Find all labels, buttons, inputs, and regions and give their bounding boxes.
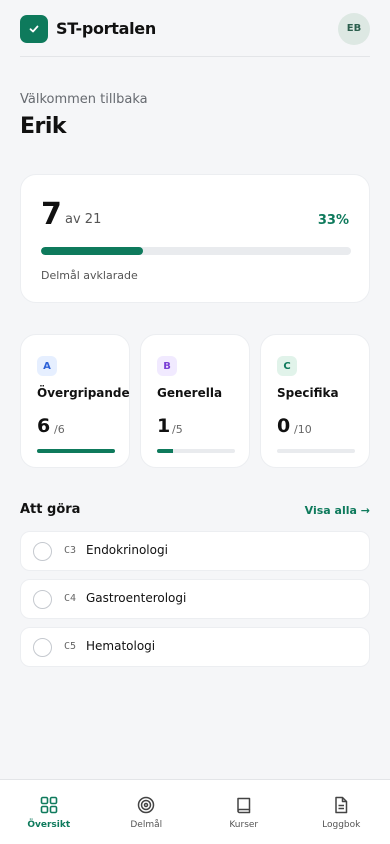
- todo-name: Gastroenterologi: [86, 591, 187, 605]
- checkbox-circle-icon[interactable]: [33, 638, 52, 657]
- category-total: /6: [54, 423, 65, 436]
- progress-caption: Delmål avklarade: [41, 269, 138, 282]
- bottom-navigation: Översikt Delmål Kurser Loggbok: [0, 779, 390, 844]
- category-progress-bar: [37, 449, 115, 453]
- todo-item[interactable]: C3 Endokrinologi: [20, 531, 370, 571]
- completed-count: 7: [41, 197, 62, 232]
- progress-card: 7 av 21 33% Delmål avklarade: [20, 174, 370, 303]
- progress-bar-fill: [41, 247, 144, 255]
- book-icon: [237, 797, 250, 814]
- app-name: ST-portalen: [56, 19, 156, 38]
- todo-item[interactable]: C5 Hematologi: [20, 627, 370, 667]
- category-progress-fill: [37, 449, 115, 453]
- category-title: Generella: [157, 386, 223, 400]
- category-progress-fill: [157, 449, 173, 453]
- todo-code: C3: [64, 545, 77, 556]
- todo-section-title: Att göra: [20, 502, 81, 517]
- total-count: av 21: [65, 212, 102, 227]
- grid-icon: [40, 796, 58, 814]
- category-done: 1: [157, 415, 171, 437]
- checkbox-circle-icon[interactable]: [33, 590, 52, 609]
- checkmark-logo-icon: [20, 14, 48, 43]
- category-badge: A: [37, 356, 57, 376]
- progress-bar: [41, 247, 351, 255]
- category-title: Övergripande: [37, 386, 130, 400]
- app-header: ST-portalen EB: [0, 0, 390, 57]
- category-progress-bar: [157, 449, 235, 453]
- todo-name: Hematologi: [86, 639, 156, 653]
- todo-code: C5: [64, 641, 77, 652]
- category-card-a[interactable]: A Övergripande 6 /6: [20, 334, 130, 468]
- document-icon: [335, 796, 348, 814]
- nav-item-oversikt[interactable]: Översikt: [0, 780, 98, 844]
- category-progress-bar: [277, 449, 355, 453]
- category-badge: B: [157, 356, 177, 376]
- nav-label: Översikt: [27, 820, 71, 830]
- checkbox-circle-icon[interactable]: [33, 542, 52, 561]
- progress-percent: 33%: [317, 213, 349, 228]
- category-done: 6: [37, 415, 51, 437]
- nav-item-kurser[interactable]: Kurser: [195, 780, 293, 844]
- category-done: 0: [277, 415, 291, 437]
- category-title: Specifika: [277, 386, 339, 400]
- welcome-text: Välkommen tillbaka: [20, 92, 148, 107]
- user-name: Erik: [20, 114, 67, 139]
- todo-name: Endokrinologi: [86, 543, 168, 557]
- nav-label: Loggbok: [322, 820, 361, 830]
- see-all-link[interactable]: Visa alla →: [305, 504, 370, 517]
- nav-item-loggbok[interactable]: Loggbok: [293, 780, 390, 844]
- category-badge: C: [277, 356, 297, 376]
- category-total: /5: [172, 423, 183, 436]
- brand[interactable]: ST-portalen: [20, 14, 156, 43]
- nav-label: Delmål: [130, 820, 163, 830]
- nav-label: Kurser: [229, 820, 259, 830]
- target-icon: [138, 796, 155, 814]
- category-card-c[interactable]: C Specifika 0 /10: [260, 334, 370, 468]
- todo-item[interactable]: C4 Gastroenterologi: [20, 579, 370, 619]
- category-card-b[interactable]: B Generella 1 /5: [140, 334, 250, 468]
- user-avatar[interactable]: EB: [338, 12, 370, 45]
- todo-code: C4: [64, 593, 77, 604]
- category-total: /10: [294, 423, 312, 436]
- nav-item-delmal[interactable]: Delmål: [98, 780, 196, 844]
